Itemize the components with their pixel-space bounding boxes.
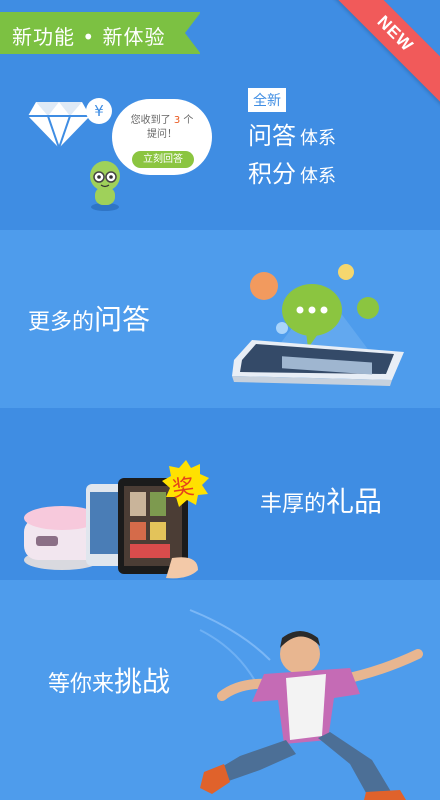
feature-ribbon: 新功能 • 新体验 [0,12,201,54]
challenge-small: 等你来 [48,672,115,697]
green-dot-icon [357,297,379,319]
phone-chat-illustration [232,264,404,386]
qa-system-line: 问答 体系 [248,116,336,151]
question-count: 3 [173,115,181,126]
answer-now-button[interactable]: 立刻回答 [132,151,194,168]
blue-dot-icon [276,322,288,334]
brand-new-tag: 全新 [248,88,286,112]
challenge-big: 挑战 [114,665,171,698]
bubble-text-b: 个 [183,115,194,126]
gifts-heading: 丰厚的礼品 [260,480,382,520]
yen-coin-icon: ¥ [86,98,112,124]
smartphone-icon [232,340,404,386]
notification-bubble: 您收到了 3 个 提问！ 立刻回答 [112,99,212,175]
gifts-big: 礼品 [326,485,383,518]
more-qa-big: 问答 [94,303,151,336]
panel-challenge: 等你来挑战 [0,580,440,800]
qa-label: 问答 [248,122,296,150]
diamond-icon [28,102,90,148]
promo-page: 新功能 • 新体验 ¥ 您收到了 3 个 提问！ 立刻回答 全新 问答 体系 积… [0,0,440,800]
ribbon-title: 新功能 • 新体验 [12,25,166,49]
points-system-line: 积分 体系 [248,154,336,189]
bubble-text-a: 您收到了 [130,115,171,126]
mascot-icon [90,161,120,211]
points-label: 积分 [248,160,296,188]
bubble-text-c: 提问！ [147,129,177,140]
jumping-man-illustration [200,631,423,800]
yellow-dot-icon [338,264,354,280]
panel-more-qa: 更多的问答 [0,230,440,408]
more-qa-heading: 更多的问答 [28,298,150,338]
orange-dot-icon [250,272,278,300]
system-label-2: 体系 [300,166,336,187]
prize-label: 奖 [170,474,196,503]
challenge-heading: 等你来挑战 [48,660,170,700]
system-label: 体系 [300,128,336,149]
bubble-message: 您收到了 3 个 提问！ [112,114,212,142]
panel-gifts: 奖 丰厚的礼品 [0,408,440,580]
more-qa-small: 更多的 [28,310,95,335]
gifts-small: 丰厚的 [260,492,327,517]
